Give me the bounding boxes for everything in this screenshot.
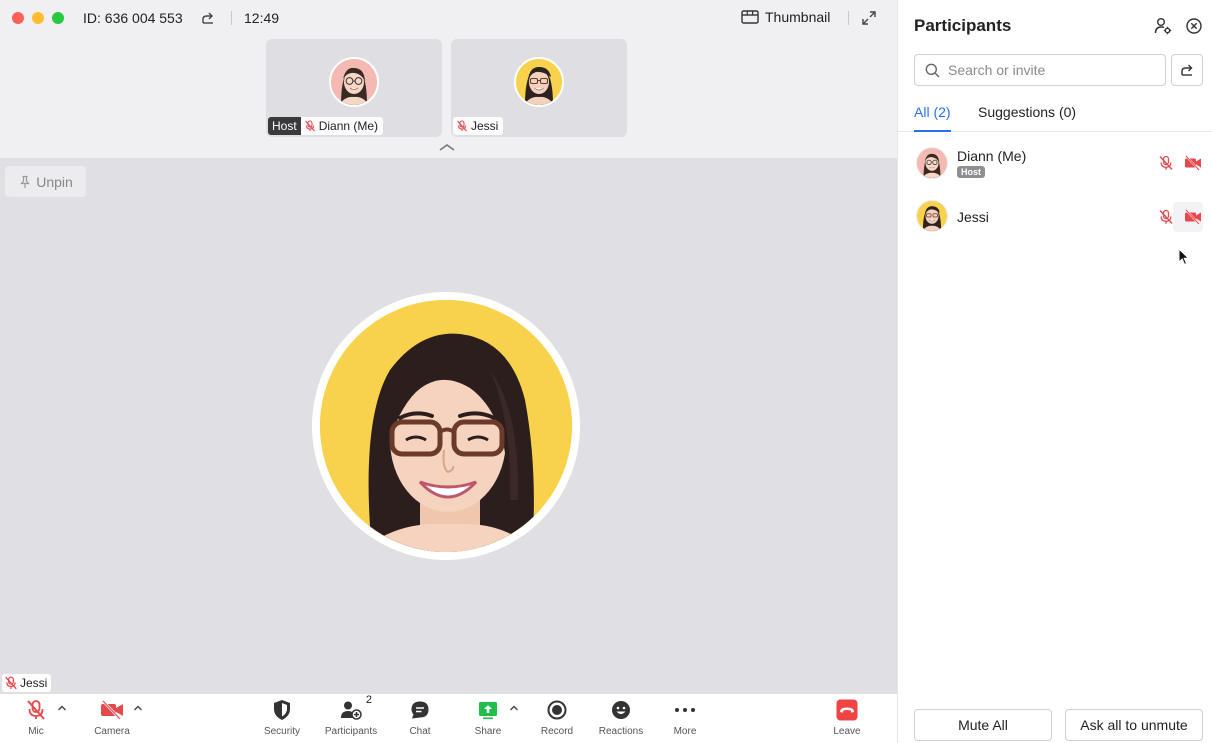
avatar: [329, 57, 379, 107]
record-button[interactable]: Record: [522, 698, 592, 737]
participants-panel: Participants All (2) Suggestions (0): [897, 0, 1212, 743]
more-label: More: [673, 726, 697, 737]
chat-button[interactable]: Chat: [385, 698, 455, 737]
zoom-window-button[interactable]: [52, 12, 64, 24]
camera-label: Camera: [94, 726, 130, 737]
avatar: [916, 147, 948, 179]
host-badge: Host: [268, 117, 301, 135]
tab-all[interactable]: All (2): [914, 104, 951, 132]
mic-muted-icon: [457, 120, 467, 132]
leave-label: Leave: [833, 726, 861, 737]
participant-row[interactable]: Diann (Me) Host: [898, 139, 1212, 189]
meeting-toolbar: Mic Camera Security 2 Participants Chat …: [0, 694, 897, 743]
tile-name-label: Host Diann (Me): [268, 117, 384, 135]
tile-name-label: Jessi: [453, 117, 504, 135]
record-icon: [547, 700, 567, 720]
host-badge: Host: [957, 166, 985, 178]
share-screen-icon: [479, 702, 497, 719]
participants-icon: [341, 701, 362, 720]
chat-label: Chat: [409, 726, 431, 737]
reactions-icon: [612, 701, 630, 719]
search-icon: [925, 63, 940, 77]
avatar: [916, 200, 948, 232]
meeting-clock: 12:49: [244, 10, 280, 26]
mic-muted-icon[interactable]: [1158, 155, 1174, 171]
active-speaker-stage: Unpin Jessi: [0, 158, 897, 694]
video-tile-jessi[interactable]: Jessi: [451, 39, 627, 137]
participants-label: Participants: [324, 726, 378, 737]
search-input[interactable]: [948, 62, 1148, 78]
minimize-window-button[interactable]: [32, 12, 44, 24]
leave-button[interactable]: Leave: [812, 698, 882, 737]
mic-label: Mic: [28, 726, 44, 737]
tab-suggestions[interactable]: Suggestions (0): [978, 104, 1076, 132]
pin-icon: [20, 175, 30, 188]
camera-off-icon[interactable]: [1184, 209, 1202, 225]
close-window-button[interactable]: [12, 12, 24, 24]
camera-off-icon[interactable]: [1184, 155, 1202, 171]
tile-name: Jessi: [471, 119, 499, 133]
record-label: Record: [540, 726, 574, 737]
speaker-name-tag: Jessi: [2, 674, 52, 692]
shield-icon: [274, 700, 290, 720]
invite-share-button[interactable]: [1171, 54, 1203, 86]
share-meeting-icon[interactable]: [200, 10, 216, 26]
unpin-label: Unpin: [36, 173, 73, 190]
mute-all-button[interactable]: Mute All: [914, 709, 1052, 741]
title-bar: ID: 636 004 553 12:49 Thumbnail: [0, 0, 897, 36]
share-invite-icon: [1181, 64, 1193, 76]
mic-muted-icon[interactable]: [1158, 209, 1174, 225]
search-field[interactable]: [914, 54, 1166, 86]
unpin-button[interactable]: Unpin: [5, 166, 86, 197]
ask-all-unmute-button[interactable]: Ask all to unmute: [1065, 709, 1203, 741]
panel-title: Participants: [914, 16, 1012, 35]
chat-icon: [411, 701, 429, 719]
leave-phone-icon: [836, 699, 858, 721]
participant-settings-icon[interactable]: [1154, 17, 1172, 35]
tile-name: Diann (Me): [318, 119, 379, 133]
close-panel-icon[interactable]: [1186, 18, 1202, 34]
thumbnail-view-button[interactable]: Thumbnail: [741, 9, 830, 25]
more-button[interactable]: More: [650, 698, 720, 737]
mic-muted-icon: [27, 700, 45, 720]
camera-off-icon: [101, 700, 123, 720]
title-divider: [231, 11, 232, 25]
participants-button[interactable]: 2 Participants: [316, 694, 386, 737]
participant-name-tag: Jessi: [453, 117, 504, 135]
thumbnail-label: Thumbnail: [765, 9, 831, 25]
collapse-thumbnails-icon[interactable]: [438, 142, 456, 152]
more-icon: [675, 708, 695, 712]
speaker-avatar: [312, 292, 580, 560]
meeting-area: ID: 636 004 553 12:49 Thumbnail Host Dia…: [0, 0, 897, 743]
share-label: Share: [474, 726, 502, 737]
title-divider: [848, 11, 849, 25]
reactions-label: Reactions: [598, 726, 644, 737]
share-options-chevron-up-icon[interactable]: [509, 704, 519, 712]
mic-muted-icon: [5, 676, 17, 690]
security-label: Security: [263, 726, 301, 737]
speaker-name: Jessi: [20, 676, 48, 690]
participant-name-tag: Diann (Me): [300, 117, 384, 135]
participant-name: Diann (Me): [957, 148, 1027, 164]
meeting-id: ID: 636 004 553: [83, 10, 183, 26]
camera-options-chevron-up-icon[interactable]: [133, 704, 143, 712]
mic-options-chevron-up-icon[interactable]: [57, 704, 67, 712]
mic-muted-icon: [304, 120, 315, 132]
mouse-cursor-icon: [1178, 248, 1190, 266]
reactions-button[interactable]: Reactions: [586, 698, 656, 737]
security-button[interactable]: Security: [247, 698, 317, 737]
participant-row[interactable]: Jessi: [898, 192, 1212, 242]
participants-count-badge: 2: [365, 694, 372, 706]
avatar: [514, 57, 564, 107]
fullscreen-icon[interactable]: [861, 10, 877, 26]
video-tile-diann[interactable]: Host Diann (Me): [266, 39, 442, 137]
participant-tabs: All (2) Suggestions (0): [898, 100, 1212, 132]
participant-name: Jessi: [957, 209, 989, 225]
thumbnail-icon: [741, 10, 759, 24]
